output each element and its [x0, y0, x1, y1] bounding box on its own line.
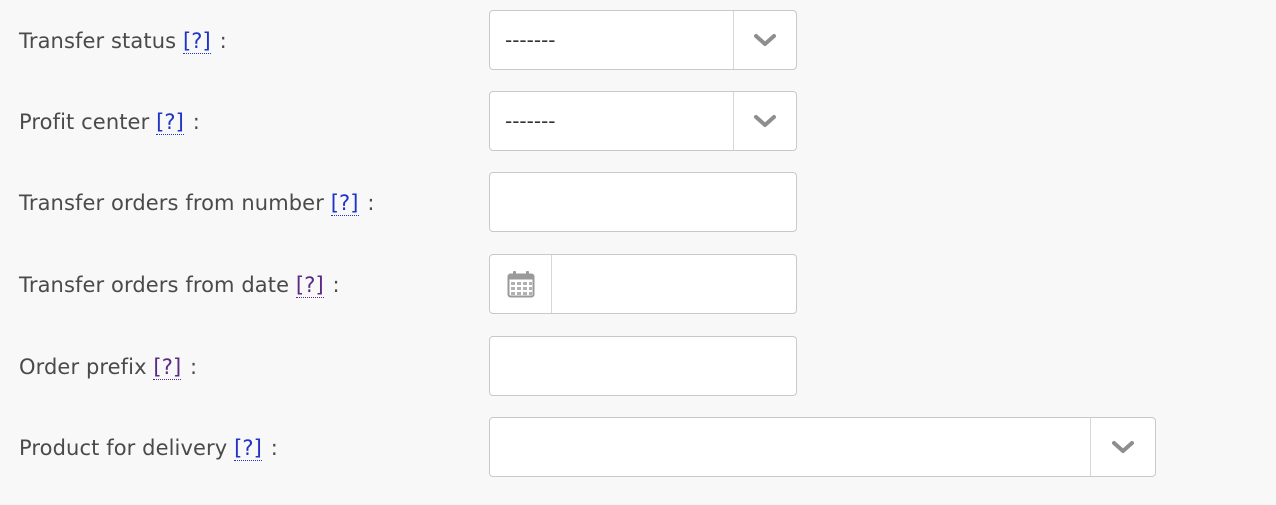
chevron-down-icon [754, 115, 776, 127]
transfer-status-select[interactable]: ------- [489, 10, 797, 70]
chevron-down-icon [754, 34, 776, 46]
transfer-orders-from-number-input[interactable] [489, 172, 797, 232]
product-for-delivery-help-link[interactable]: [?] [234, 436, 262, 461]
product-for-delivery-label-text: Product for delivery [19, 436, 228, 460]
profit-center-help-link[interactable]: [?] [156, 110, 184, 135]
order-prefix-row: Order prefix [?] : [0, 336, 1276, 398]
label-colon: : [367, 191, 375, 215]
label-colon: : [332, 273, 340, 297]
chevron-down-icon [1112, 441, 1134, 453]
transfer-orders-from-date-row: Transfer orders from date [?] : [0, 254, 1276, 316]
label-colon: : [192, 110, 200, 134]
product-for-delivery-dropdown-toggle[interactable] [1090, 418, 1155, 476]
product-for-delivery-label: Product for delivery [?] : [19, 436, 278, 461]
label-colon: : [190, 355, 198, 379]
transfer-orders-from-date-input[interactable] [489, 254, 797, 314]
order-prefix-label-text: Order prefix [19, 355, 147, 379]
transfer-status-label: Transfer status [?] : [19, 29, 227, 54]
profit-center-select[interactable]: ------- [489, 91, 797, 151]
transfer-status-label-text: Transfer status [19, 29, 177, 53]
transfer-status-selected-value: ------- [505, 28, 556, 52]
transfer-orders-from-date-help-link[interactable]: [?] [295, 273, 324, 298]
profit-center-label: Profit center [?] : [19, 110, 200, 135]
profit-center-label-text: Profit center [19, 110, 150, 134]
product-for-delivery-row: Product for delivery [?] : [0, 417, 1276, 479]
transfer-status-help-link[interactable]: [?] [182, 29, 211, 54]
profit-center-row: Profit center [?] : ------- [0, 91, 1276, 153]
transfer-status-dropdown-toggle[interactable] [733, 11, 796, 69]
transfer-orders-from-number-label: Transfer orders from number [?] : [19, 191, 375, 216]
transfer-orders-from-number-row: Transfer orders from number [?] : [0, 172, 1276, 234]
profit-center-dropdown-toggle[interactable] [733, 92, 796, 150]
label-colon: : [270, 436, 278, 460]
transfer-orders-from-number-label-text: Transfer orders from number [19, 191, 324, 215]
date-picker-button[interactable] [490, 255, 552, 313]
calendar-icon [507, 271, 534, 298]
order-prefix-label: Order prefix [?] : [19, 355, 198, 380]
product-for-delivery-select[interactable] [489, 417, 1156, 477]
label-colon: : [219, 29, 227, 53]
transfer-status-row: Transfer status [?] : ------- [0, 10, 1276, 72]
profit-center-selected-value: ------- [505, 109, 556, 133]
transfer-orders-from-number-help-link[interactable]: [?] [330, 191, 359, 216]
order-prefix-input[interactable] [489, 336, 797, 396]
transfer-orders-from-date-label-text: Transfer orders from date [19, 273, 290, 297]
transfer-orders-from-date-label: Transfer orders from date [?] : [19, 273, 340, 298]
order-prefix-help-link[interactable]: [?] [153, 355, 182, 380]
